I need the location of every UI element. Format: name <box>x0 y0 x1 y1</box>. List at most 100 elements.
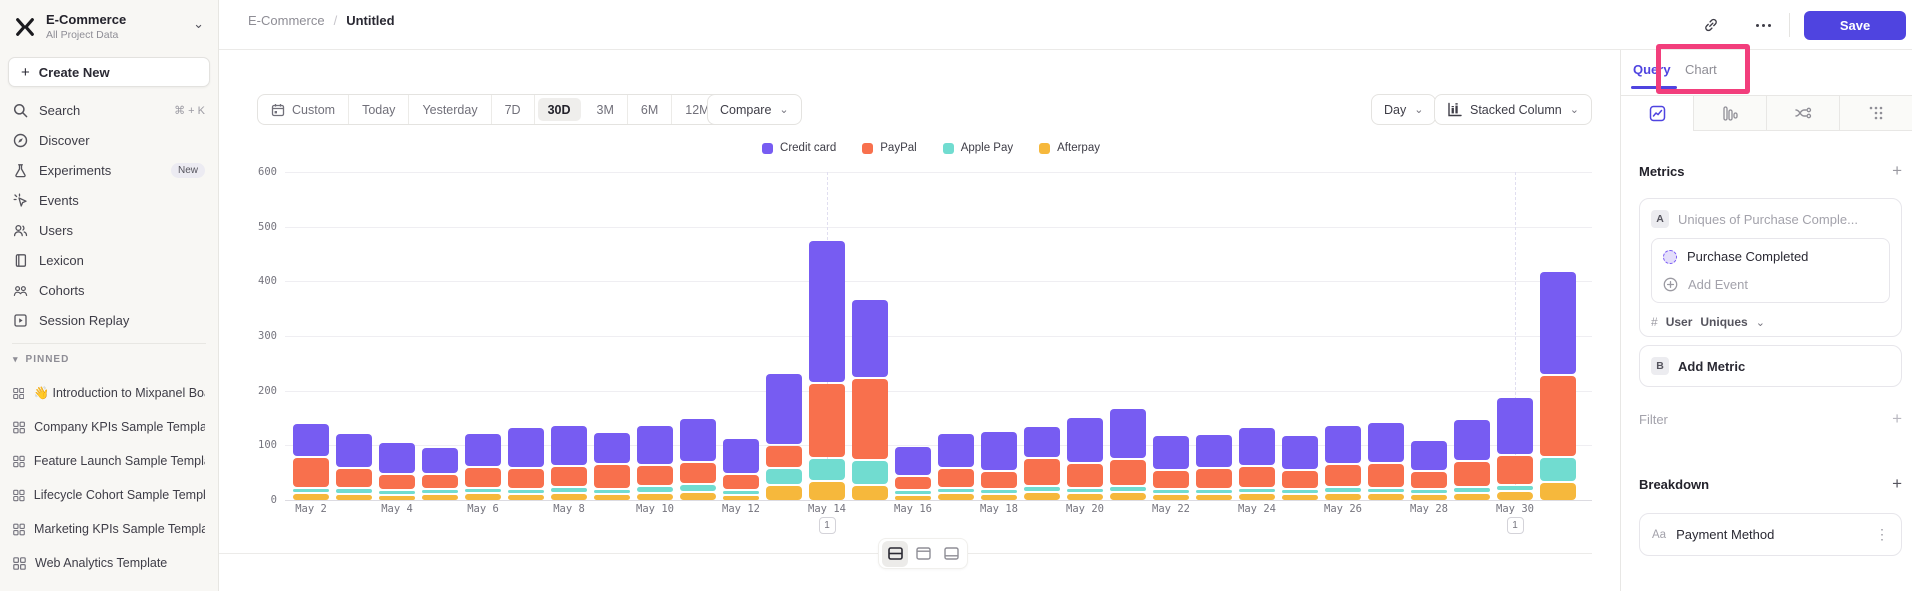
bar-group[interactable] <box>852 300 888 500</box>
bar-segment[interactable] <box>1325 494 1361 500</box>
pinned-section-toggle[interactable]: ▾ PINNED <box>0 344 218 367</box>
compare-button[interactable]: Compare ⌄ <box>707 94 802 125</box>
date-range-7d[interactable]: 7D <box>492 95 535 124</box>
bar-group[interactable] <box>809 241 845 500</box>
bar-segment[interactable] <box>508 428 544 468</box>
bar-segment[interactable] <box>1282 436 1318 469</box>
bar-group[interactable] <box>1067 418 1103 500</box>
bar-group[interactable] <box>465 434 501 500</box>
bar-group[interactable] <box>1497 398 1533 500</box>
bar-segment[interactable] <box>1411 441 1447 470</box>
bar-segment[interactable] <box>551 426 587 465</box>
bar-segment[interactable] <box>1239 489 1275 492</box>
bar-segment[interactable] <box>508 490 544 493</box>
sidebar-item-search[interactable]: Search ⌘ + K <box>0 95 218 125</box>
layout-chart-only-button[interactable] <box>910 541 936 567</box>
bar-group[interactable] <box>1153 436 1189 500</box>
tab-retention-icon[interactable] <box>1840 96 1912 131</box>
bar-segment[interactable] <box>895 491 931 494</box>
bar-segment[interactable] <box>1024 487 1060 491</box>
bar-group[interactable] <box>637 426 673 500</box>
bar-segment[interactable] <box>1067 464 1103 487</box>
bar-group[interactable] <box>293 424 329 500</box>
add-event-row[interactable]: Add Event <box>1663 277 1878 292</box>
bar-segment[interactable] <box>1067 494 1103 500</box>
sidebar-item-session-replay[interactable]: Session Replay <box>0 305 218 335</box>
bar-segment[interactable] <box>680 485 716 492</box>
bar-group[interactable] <box>938 434 974 500</box>
bar-segment[interactable] <box>293 424 329 456</box>
bar-group[interactable] <box>1024 427 1060 500</box>
legend-item-credit-card[interactable]: Credit card <box>762 142 836 154</box>
bar-segment[interactable] <box>1196 469 1232 488</box>
bar-group[interactable] <box>895 447 931 500</box>
sidebar-item-cohorts[interactable]: Cohorts <box>0 275 218 305</box>
bar-segment[interactable] <box>938 434 974 467</box>
bar-segment[interactable] <box>1454 494 1490 500</box>
bar-segment[interactable] <box>422 448 458 473</box>
tab-insights-icon[interactable] <box>1621 96 1694 131</box>
bar-segment[interactable] <box>1411 490 1447 493</box>
bar-segment[interactable] <box>293 494 329 500</box>
bar-segment[interactable] <box>852 461 888 484</box>
layout-table-only-button[interactable] <box>938 541 964 567</box>
bar-segment[interactable] <box>293 489 329 492</box>
granularity-dropdown[interactable]: Day ⌄ <box>1371 94 1436 125</box>
bar-segment[interactable] <box>766 446 802 467</box>
bar-segment[interactable] <box>1024 493 1060 500</box>
bar-group[interactable] <box>1540 272 1576 500</box>
bar-group[interactable] <box>1411 441 1447 500</box>
bar-group[interactable] <box>1368 423 1404 500</box>
bar-segment[interactable] <box>379 491 415 494</box>
bar-segment[interactable] <box>1024 459 1060 485</box>
bar-segment[interactable] <box>1110 409 1146 459</box>
bar-segment[interactable] <box>336 469 372 487</box>
bar-segment[interactable] <box>379 475 415 489</box>
breakdown-item-payment-method[interactable]: Aa Payment Method ⋮ <box>1639 513 1902 556</box>
bar-segment[interactable] <box>465 494 501 500</box>
bar-segment[interactable] <box>723 496 759 500</box>
metric-a-name-placeholder[interactable]: Uniques of Purchase Comple... <box>1678 212 1858 227</box>
bar-segment[interactable] <box>1497 492 1533 500</box>
bar-segment[interactable] <box>508 469 544 488</box>
bar-segment[interactable] <box>594 465 630 488</box>
bar-segment[interactable] <box>422 495 458 500</box>
bar-group[interactable] <box>1110 409 1146 500</box>
bar-segment[interactable] <box>1325 465 1361 486</box>
bar-group[interactable] <box>1196 435 1232 500</box>
bar-segment[interactable] <box>336 489 372 493</box>
date-range-30d-active[interactable]: 30D <box>538 98 581 121</box>
bar-segment[interactable] <box>637 494 673 500</box>
bar-segment[interactable] <box>336 434 372 468</box>
bar-segment[interactable] <box>1368 423 1404 463</box>
bar-segment[interactable] <box>1540 458 1576 481</box>
bar-segment[interactable] <box>637 487 673 492</box>
bar-segment[interactable] <box>1153 490 1189 493</box>
bar-group[interactable] <box>981 432 1017 500</box>
bar-segment[interactable] <box>508 495 544 500</box>
bar-segment[interactable] <box>1540 376 1576 456</box>
bar-group[interactable] <box>594 433 630 500</box>
bar-segment[interactable] <box>465 489 501 492</box>
bar-segment[interactable] <box>1325 488 1361 491</box>
bar-segment[interactable] <box>1282 495 1318 500</box>
legend-item-apple-pay[interactable]: Apple Pay <box>943 142 1013 154</box>
metric-a-name-row[interactable]: A Uniques of Purchase Comple... <box>1651 210 1890 228</box>
bar-segment[interactable] <box>723 439 759 474</box>
bar-segment[interactable] <box>1368 489 1404 492</box>
bar-segment[interactable] <box>895 447 931 476</box>
tab-flows-icon[interactable] <box>1767 96 1840 131</box>
bar-segment[interactable] <box>895 477 931 489</box>
date-range-yesterday[interactable]: Yesterday <box>409 95 491 124</box>
bar-segment[interactable] <box>1110 493 1146 500</box>
copy-link-icon[interactable] <box>1700 14 1722 36</box>
sidebar-item-users[interactable]: Users <box>0 215 218 245</box>
bar-segment[interactable] <box>1325 426 1361 464</box>
bar-segment[interactable] <box>981 495 1017 500</box>
bar-segment[interactable] <box>938 469 974 487</box>
bar-segment[interactable] <box>809 482 845 500</box>
bar-segment[interactable] <box>1024 427 1060 458</box>
bar-segment[interactable] <box>680 463 716 483</box>
bar-segment[interactable] <box>1110 487 1146 492</box>
bar-segment[interactable] <box>465 434 501 466</box>
